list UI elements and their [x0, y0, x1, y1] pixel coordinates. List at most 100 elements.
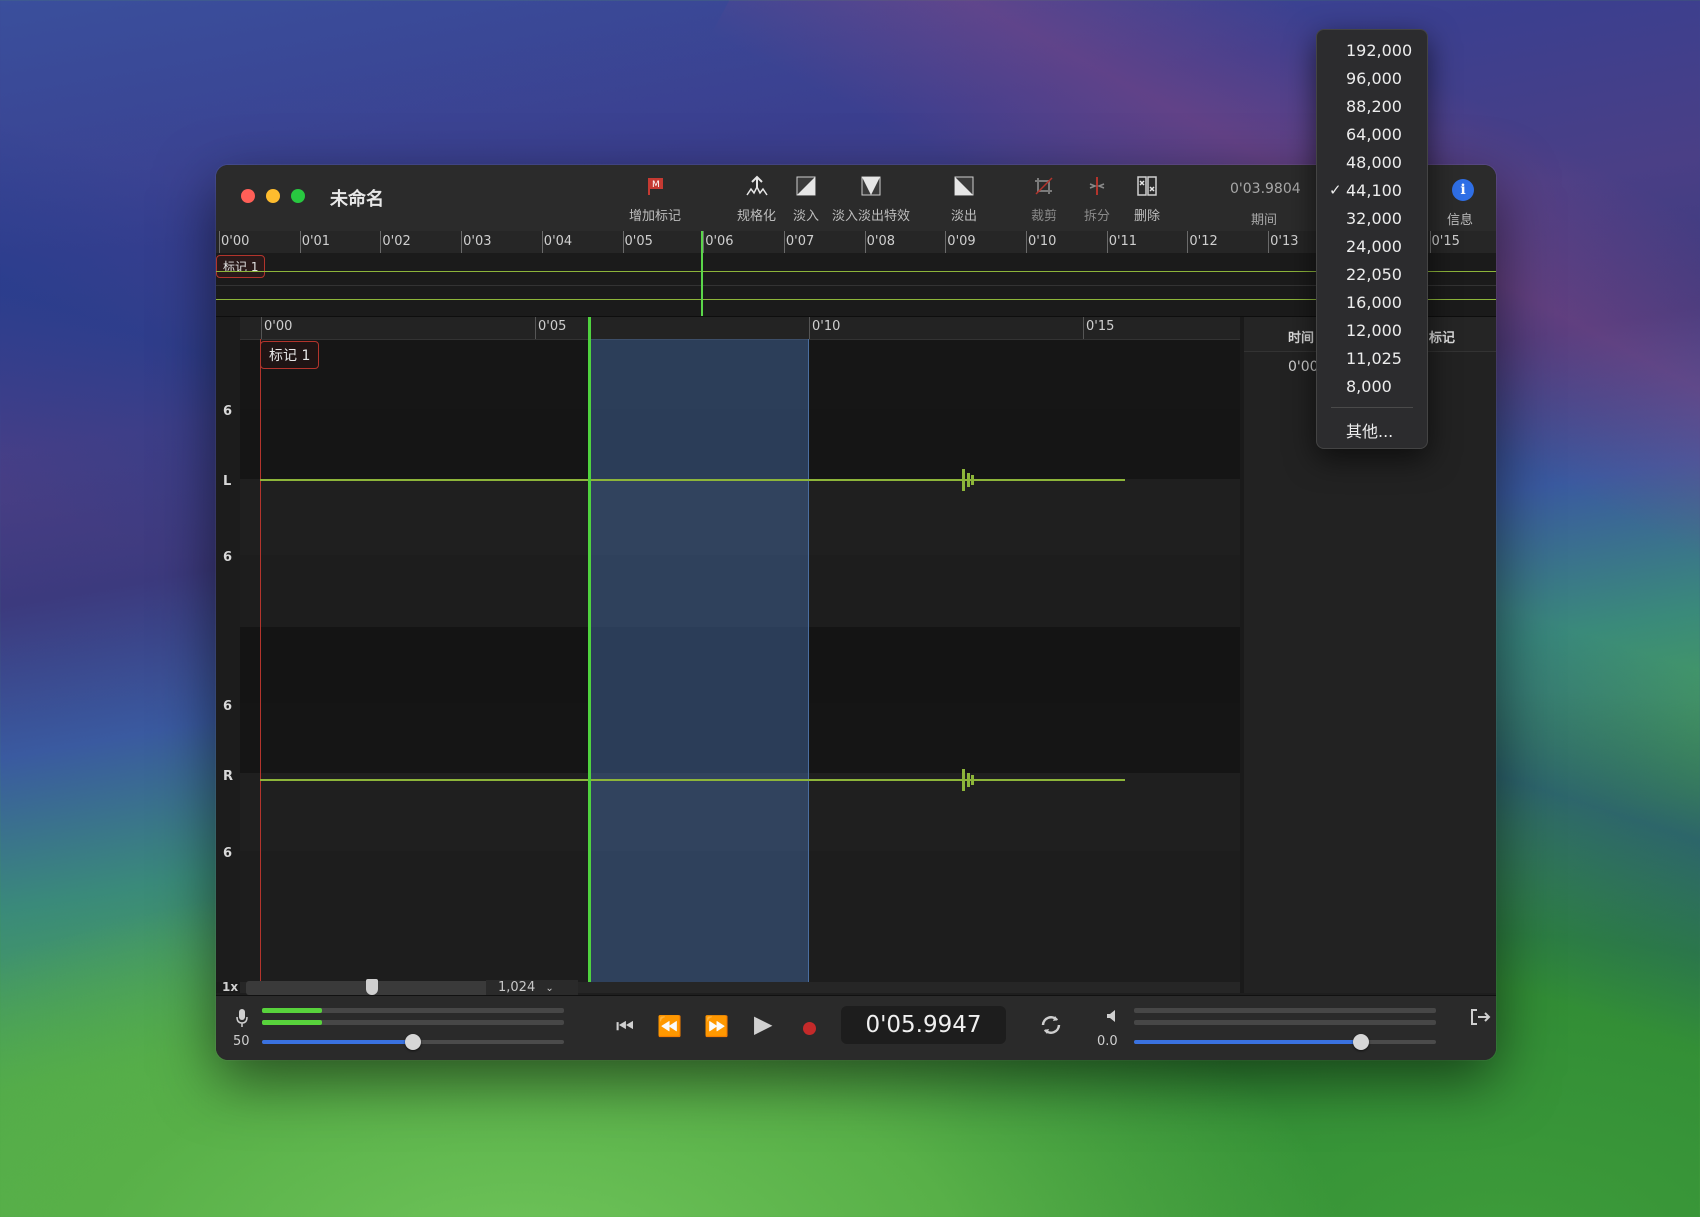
duration-value: 0'03.9804 — [1230, 181, 1301, 197]
chevron-down-icon: ⌄ — [545, 983, 554, 994]
normalize-label: 规格化 — [737, 209, 777, 224]
sample-rate-option[interactable]: 96,000 — [1317, 65, 1427, 91]
overview-divider — [216, 285, 1496, 286]
sample-rate-option[interactable]: 22,050 — [1317, 261, 1427, 287]
sample-rate-option-label: 44,100 — [1346, 181, 1402, 200]
sample-rate-option-label: 64,000 — [1346, 125, 1402, 144]
ruler-tick-line — [535, 317, 536, 339]
sample-rate-option[interactable]: 24,000 — [1317, 233, 1427, 259]
input-volume-knob[interactable] — [405, 1034, 421, 1050]
sample-rate-option[interactable]: 16,000 — [1317, 289, 1427, 315]
sample-rate-option[interactable]: 192,000 — [1317, 37, 1427, 63]
add-marker-button[interactable]: M 增加标记 — [629, 173, 681, 224]
info-label: 信息 — [1447, 213, 1474, 228]
ruler-tick-label: 0'05 — [624, 234, 653, 249]
start-line — [260, 339, 261, 982]
ruler-tick-label: 0'02 — [382, 234, 411, 249]
scale-label: 6 — [223, 699, 233, 714]
waveform-area[interactable]: 0'00 0'05 0'10 0'15 标记 1 — [240, 317, 1240, 982]
minimize-button[interactable] — [266, 189, 280, 203]
scale-label: 6 — [223, 846, 233, 861]
sample-rate-option[interactable]: 88,200 — [1317, 93, 1427, 119]
input-meter-right — [262, 1020, 564, 1025]
app-window: 未命名 M 增加标记 规格化 淡入 淡入淡出特效 淡出 裁剪 拆分 删除 0'0… — [216, 165, 1496, 1060]
sample-rate-option[interactable]: 11,025 — [1317, 345, 1427, 371]
ruler-tick-label: 0'12 — [1189, 234, 1218, 249]
sample-rate-option[interactable]: 32,000 — [1317, 205, 1427, 231]
overview-waveform[interactable]: 0'00 0'01 0'02 0'03 0'04 0'05 0'06 0'07 0'08 0'09… — [216, 231, 1496, 317]
fade-in-out-button[interactable]: 淡入淡出特效 — [832, 173, 910, 224]
input-level-value: 50 — [233, 1034, 250, 1049]
output-meter-left — [1134, 1008, 1436, 1013]
zoom-slider-knob[interactable] — [366, 979, 378, 995]
sample-rate-option[interactable]: ✓ 44,100 — [1317, 177, 1427, 203]
ruler-tick-line — [261, 317, 262, 339]
output-volume-slider[interactable] — [1134, 1034, 1436, 1050]
overview-ruler: 0'00 0'01 0'02 0'03 0'04 0'05 0'06 0'07 0'08 0'09… — [216, 231, 1496, 253]
sample-rate-option[interactable]: 8,000 — [1317, 373, 1427, 399]
trim-icon — [1031, 173, 1057, 199]
time-column-header[interactable]: 时间 — [1288, 327, 1314, 346]
fft-size-select[interactable]: 1,024 ⌄ — [486, 980, 578, 996]
marker-time-value[interactable]: 0'00 — [1288, 359, 1319, 375]
speaker-icon — [1105, 1008, 1121, 1028]
ruler-tick-line — [299, 231, 301, 253]
ruler-tick-label: 0'00 — [264, 319, 293, 334]
ruler-tick-line — [809, 317, 810, 339]
skip-to-start-icon[interactable]: ⏮ — [616, 1014, 634, 1038]
split-icon — [1084, 173, 1110, 199]
trim-button[interactable]: 裁剪 — [1031, 173, 1057, 224]
sample-rate-option[interactable]: 64,000 — [1317, 121, 1427, 147]
input-volume-slider[interactable] — [262, 1034, 564, 1050]
sample-rate-option[interactable]: 48,000 — [1317, 149, 1427, 175]
split-button[interactable]: 拆分 — [1084, 173, 1110, 224]
ruler-tick-line — [622, 231, 624, 253]
sample-rate-option-label: 11,025 — [1346, 349, 1402, 368]
marker-label[interactable]: 标记 1 — [260, 341, 320, 369]
zoom-slider[interactable] — [246, 979, 491, 995]
info-icon[interactable]: i — [1452, 179, 1474, 201]
sample-rate-option-label: 48,000 — [1346, 153, 1402, 172]
ruler-tick-line — [1187, 231, 1189, 253]
transport-bar: 50 ⏮ ⏪ ⏩ ▶ 0'05.9947 0.0 — [216, 995, 1496, 1060]
ruler-tick-line — [1083, 317, 1084, 339]
fade-in-out-label: 淡入淡出特效 — [832, 209, 911, 224]
zoom-label: 1x — [222, 980, 239, 994]
zoom-button[interactable] — [291, 189, 305, 203]
overview-marker[interactable]: 标记 1 — [216, 255, 266, 278]
normalize-button[interactable]: 规格化 — [737, 173, 776, 224]
marker-column-header[interactable]: 标记 — [1429, 327, 1455, 346]
delete-label: 删除 — [1134, 209, 1161, 224]
window-title: 未命名 — [330, 189, 384, 210]
playhead[interactable] — [588, 317, 591, 982]
other-sample-rate-option[interactable]: 其他... — [1317, 414, 1427, 441]
timeline-ruler[interactable]: 0'00 0'05 0'10 0'15 — [240, 317, 1240, 340]
ruler-tick-label: 0'07 — [785, 234, 815, 249]
play-icon[interactable]: ▶ — [754, 1010, 772, 1038]
left-channel-label: L — [223, 474, 232, 489]
sample-rate-option[interactable]: 12,000 — [1317, 317, 1427, 343]
overview-playhead[interactable] — [701, 231, 703, 316]
ruler-tick-line — [461, 231, 463, 253]
selection-region[interactable] — [590, 339, 809, 982]
sample-rate-option-label: 22,050 — [1346, 265, 1402, 284]
fade-in-button[interactable]: 淡入 — [793, 173, 819, 224]
right-channel-label: R — [223, 769, 234, 784]
exit-fullscreen-icon[interactable] — [1470, 1008, 1492, 1030]
fast-forward-icon[interactable]: ⏩ — [704, 1014, 729, 1038]
fade-out-button[interactable]: 淡出 — [951, 173, 977, 224]
close-button[interactable] — [241, 189, 255, 203]
rewind-icon[interactable]: ⏪ — [657, 1014, 682, 1038]
left-channel-waveform — [260, 479, 1125, 481]
delete-button[interactable]: 删除 — [1134, 173, 1160, 224]
overview-wave-right — [216, 299, 1496, 300]
loop-icon[interactable] — [1038, 1012, 1064, 1042]
checkmark-icon: ✓ — [1329, 181, 1342, 199]
output-volume-knob[interactable] — [1352, 1034, 1369, 1050]
waveform-editor[interactable]: 6 L 6 6 R 6 0'00 0'05 0'10 0'15 标记 1 1x … — [216, 317, 1496, 996]
ruler-tick-line — [380, 231, 382, 253]
record-button[interactable] — [803, 1022, 816, 1035]
sample-rate-menu[interactable]: 192,000 96,000 88,200 64,000 48,000 ✓ 44,100 32… — [1316, 29, 1428, 449]
sample-rate-option-label: 24,000 — [1346, 237, 1402, 256]
other-option-label: 其他... — [1346, 422, 1394, 441]
